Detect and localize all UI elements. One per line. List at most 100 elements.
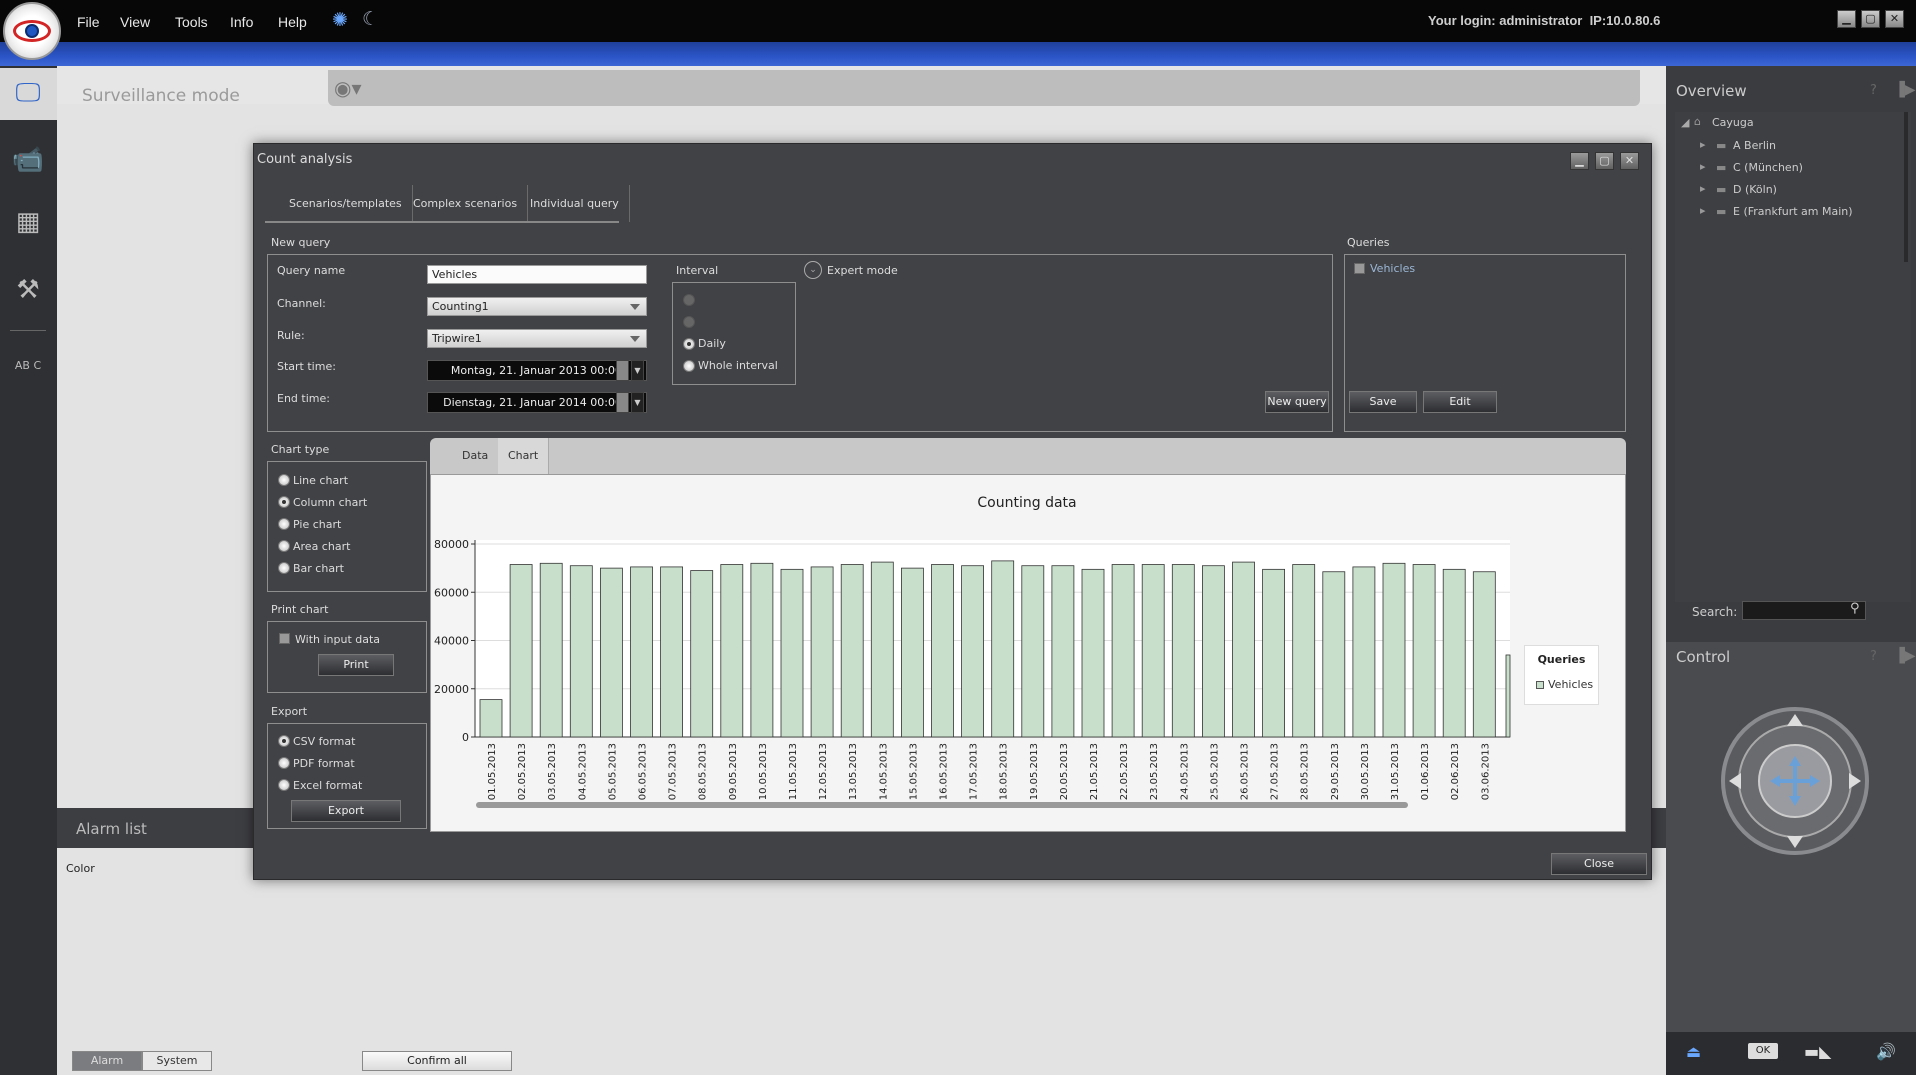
search-icon[interactable]: ⚲: [1850, 601, 1860, 616]
rule-select[interactable]: Tripwire1: [427, 329, 647, 348]
panel-collapse-icon[interactable]: ▐▶: [1894, 648, 1916, 664]
chevron-down-icon[interactable]: ▼: [631, 360, 644, 381]
login-user: Your login: administrator: [1428, 13, 1583, 28]
new-query-button[interactable]: New query: [1265, 391, 1329, 413]
camera-icon[interactable]: 📹: [8, 140, 48, 180]
query-checkbox[interactable]: [1354, 263, 1365, 274]
menu-help[interactable]: Help: [278, 14, 307, 30]
excel-format-radio[interactable]: [278, 779, 290, 791]
help-icon[interactable]: ?: [1870, 649, 1877, 664]
search-label: Search:: [1692, 605, 1738, 619]
pie-chart-label: Pie chart: [293, 518, 342, 531]
control-title: Control: [1676, 648, 1731, 666]
tree-item[interactable]: A Berlin: [1733, 139, 1776, 152]
x-tick-label: 04.05.2013: [577, 743, 588, 800]
end-time-input[interactable]: Dienstag, 21. Januar 2014 00:00: [427, 392, 647, 413]
interval-daily-radio[interactable]: [683, 338, 695, 350]
dialog-minimize-button[interactable]: ▁: [1570, 152, 1589, 170]
bar-chart-radio[interactable]: [278, 562, 290, 574]
tree-item[interactable]: E (Frankfurt am Main): [1733, 205, 1853, 218]
start-time-input[interactable]: Montag, 21. Januar 2013 00:00: [427, 360, 647, 381]
save-button[interactable]: Save: [1349, 391, 1417, 413]
x-tick-label: 18.05.2013: [999, 743, 1010, 800]
menu-view[interactable]: View: [120, 14, 150, 30]
query-item[interactable]: Vehicles: [1370, 262, 1415, 275]
tab-system[interactable]: System: [142, 1051, 212, 1071]
bar: [1382, 562, 1406, 738]
csv-format-radio[interactable]: [278, 735, 290, 747]
bar: [479, 699, 503, 738]
tools-icon[interactable]: ⚒: [8, 270, 48, 310]
moon-icon[interactable]: ☾: [362, 8, 379, 30]
x-tick-label: 14.05.2013: [878, 743, 889, 800]
tree-item[interactable]: C (München): [1733, 161, 1803, 174]
x-tick-label: 10.05.2013: [758, 743, 769, 800]
video-grid-icon[interactable]: ▦: [8, 202, 48, 242]
interval-option-disabled: [683, 316, 695, 328]
search-input[interactable]: [1742, 601, 1866, 620]
bar-clipped: [1505, 654, 1511, 738]
edit-button[interactable]: Edit: [1423, 391, 1497, 413]
app-minimize-button[interactable]: ▁: [1837, 10, 1856, 28]
monitor-icon[interactable]: 🖵: [8, 73, 48, 113]
eye-icon[interactable]: ◉▾: [334, 76, 362, 100]
ocr-icon[interactable]: AB C: [8, 345, 48, 385]
app-maximize-button[interactable]: ▢: [1861, 10, 1880, 28]
chart-horizontal-scrollbar[interactable]: [476, 802, 1408, 808]
menu-file[interactable]: File: [77, 14, 100, 30]
chevron-down-icon[interactable]: ▼: [631, 392, 644, 413]
print-button[interactable]: Print: [318, 654, 394, 676]
export-button[interactable]: Export: [291, 800, 401, 822]
line-chart-radio[interactable]: [278, 474, 290, 486]
close-button[interactable]: Close: [1551, 853, 1647, 875]
tree-expand-icon[interactable]: ▸: [1700, 160, 1706, 173]
csv-format-label: CSV format: [293, 735, 356, 748]
pdf-format-radio[interactable]: [278, 757, 290, 769]
tree-expand-icon[interactable]: ▸: [1700, 182, 1706, 195]
stamp-icon[interactable]: ⏏: [1686, 1042, 1701, 1061]
flashlight-icon[interactable]: ▬◣: [1804, 1042, 1831, 1061]
tab-complex-scenarios[interactable]: Complex scenarios: [403, 185, 529, 222]
x-tick-label: 24.05.2013: [1179, 743, 1190, 800]
help-icon[interactable]: ?: [1870, 83, 1877, 98]
tree-expand-icon[interactable]: ▸: [1700, 138, 1706, 151]
channel-select[interactable]: Counting1: [427, 297, 647, 316]
speaker-icon[interactable]: 🔊: [1876, 1042, 1896, 1061]
bar: [1322, 571, 1346, 738]
tab-data[interactable]: Data: [452, 438, 500, 474]
chart-type-section-title: Chart type: [271, 443, 330, 456]
start-time-spinner[interactable]: [616, 360, 629, 381]
x-tick-label: 03.06.2013: [1480, 743, 1491, 800]
tab-chart[interactable]: Chart: [498, 438, 550, 474]
panel-collapse-icon[interactable]: ▐▶: [1894, 82, 1916, 98]
menu-tools[interactable]: Tools: [175, 14, 208, 30]
tab-alarm[interactable]: Alarm: [72, 1051, 142, 1071]
tab-individual-query[interactable]: Individual query: [520, 185, 630, 222]
tree-expand-icon[interactable]: ▸: [1700, 204, 1706, 217]
x-tick-label: 29.05.2013: [1330, 743, 1341, 800]
query-name-input[interactable]: Vehicles: [427, 265, 647, 284]
with-input-checkbox[interactable]: [279, 633, 290, 644]
dialog-close-button[interactable]: ✕: [1620, 152, 1639, 170]
confirm-all-button[interactable]: Confirm all: [362, 1051, 512, 1071]
x-tick-label: 01.05.2013: [487, 743, 498, 800]
expert-mode-label[interactable]: Expert mode: [827, 264, 898, 277]
tree-root[interactable]: Cayuga: [1712, 116, 1754, 129]
interval-whole-radio[interactable]: [683, 360, 695, 372]
tree-expand-icon[interactable]: ◢: [1681, 116, 1689, 129]
sun-icon[interactable]: ✺: [332, 9, 348, 31]
tree-item[interactable]: D (Köln): [1733, 183, 1777, 196]
end-time-spinner[interactable]: [616, 392, 629, 413]
dialog-maximize-button[interactable]: ▢: [1595, 152, 1614, 170]
ptz-joystick[interactable]: [1721, 696, 1869, 866]
pie-chart-radio[interactable]: [278, 518, 290, 530]
area-chart-radio[interactable]: [278, 540, 290, 552]
menu-info[interactable]: Info: [230, 14, 253, 30]
column-chart-radio[interactable]: [278, 496, 290, 508]
overview-scrollbar[interactable]: [1904, 112, 1908, 262]
tab-scenarios-templates[interactable]: Scenarios/templates: [279, 185, 413, 222]
ok-button[interactable]: OK: [1748, 1043, 1778, 1059]
expert-mode-chevron-icon[interactable]: ⌄: [804, 261, 822, 279]
x-tick-label: 23.05.2013: [1149, 743, 1160, 800]
app-close-button[interactable]: ✕: [1885, 10, 1904, 28]
